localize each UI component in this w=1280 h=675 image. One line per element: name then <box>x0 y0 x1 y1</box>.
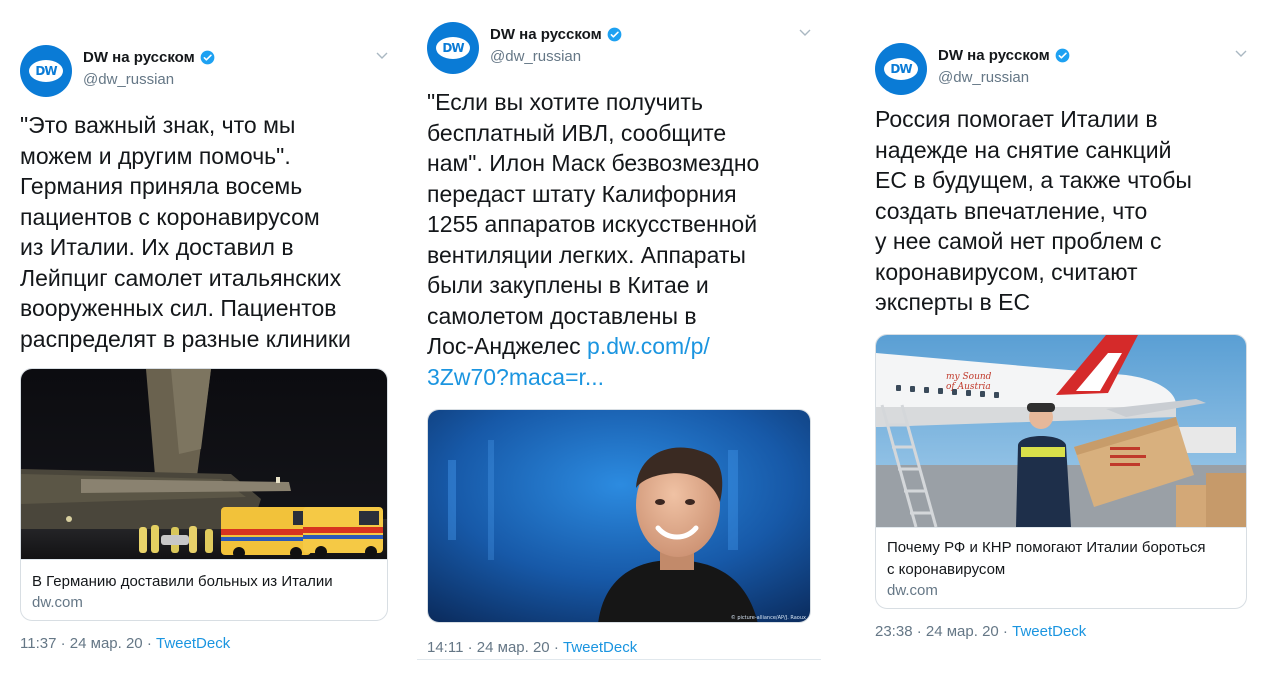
tweet-date[interactable]: 24 мар. 20 <box>926 623 999 640</box>
verified-badge-icon <box>607 27 622 42</box>
author-block: DW на русском @dw_russian <box>490 26 622 65</box>
meta-separator: · <box>56 635 70 652</box>
author-name[interactable]: DW на русском <box>83 49 195 66</box>
elon-musk-photo-image: © picture-alliance/AP/J. Raoux <box>428 410 810 622</box>
author-block: DW на русском @dw_russian <box>938 47 1070 86</box>
chevron-down-icon[interactable] <box>799 29 811 37</box>
author-handle[interactable]: @dw_russian <box>83 71 215 88</box>
tweet-time[interactable]: 14:11 <box>427 639 463 656</box>
card-title[interactable]: В Германию доставили больных из Италии <box>32 571 376 593</box>
avatar[interactable]: DW <box>427 22 479 74</box>
tweet-meta: 23:38 · 24 мар. 20 · TweetDeck <box>875 623 1247 640</box>
tweet-meta: 11:37 · 24 мар. 20 · TweetDeck <box>20 635 388 652</box>
avatar[interactable]: DW <box>20 45 72 97</box>
link-card[interactable]: my Sound of Austria Почему РФ и КНР помо… <box>875 333 1247 609</box>
author-block: DW на русском @dw_russian <box>83 49 215 88</box>
tweet-date[interactable]: 24 мар. 20 <box>477 639 550 656</box>
tweet-text: "Если вы хотите получить бесплатный ИВЛ,… <box>427 87 811 392</box>
livery-text: my Sound of Austria <box>946 372 992 392</box>
dw-logo-icon: DW <box>436 37 470 59</box>
verified-badge-icon <box>1055 48 1070 63</box>
verified-badge-icon <box>200 50 215 65</box>
chevron-down-icon[interactable] <box>1235 50 1247 58</box>
meta-separator: · <box>998 622 1013 640</box>
tweet-time[interactable]: 23:38 <box>875 623 913 640</box>
card-title[interactable]: Почему РФ и КНР помогают Италии бороться… <box>887 537 1235 581</box>
tweet-text: "Это важный знак, что мы можем и другим … <box>20 112 351 352</box>
tweet-date[interactable]: 24 мар. 20 <box>70 635 143 652</box>
card-image: my Sound of Austria <box>876 334 1246 527</box>
tweet-header: DW DW на русском @dw_russian <box>875 38 1247 98</box>
tweet-text: Россия помогает Италии в надежде на снят… <box>875 106 1192 315</box>
link-card[interactable]: В Германию доставили больных из Италии d… <box>20 368 388 621</box>
tweet-time[interactable]: 11:37 <box>20 635 56 652</box>
tweet-card: DW DW на русском @dw_russian Россия помо… <box>875 38 1247 640</box>
divider <box>417 659 821 660</box>
author-name[interactable]: DW на русском <box>490 26 602 43</box>
tweet-source-link[interactable]: TweetDeck <box>156 635 230 652</box>
card-body: Почему РФ и КНР помогают Италии бороться… <box>876 526 1246 608</box>
tweet-card: DW DW на русском @dw_russian "Это важный… <box>20 40 388 652</box>
card-domain: dw.com <box>32 594 83 611</box>
media-image[interactable]: © picture-alliance/AP/J. Raoux <box>427 409 811 623</box>
author-handle[interactable]: @dw_russian <box>938 69 1070 86</box>
dw-logo-icon: DW <box>29 60 63 82</box>
dw-logo-icon: DW <box>884 58 918 80</box>
card-image <box>21 369 387 559</box>
meta-separator: · <box>142 635 156 652</box>
tweet-header: DW DW на русском @dw_russian <box>20 40 388 100</box>
tweet-header: DW DW на русском @dw_russian <box>427 17 811 77</box>
card-image: © picture-alliance/AP/J. Raoux <box>428 410 810 622</box>
tweet-source-link[interactable]: TweetDeck <box>563 639 637 656</box>
tweet-source-link[interactable]: TweetDeck <box>1012 623 1086 640</box>
tweet-text-body: "Если вы хотите получить бесплатный ИВЛ,… <box>427 89 760 359</box>
meta-separator: · <box>912 622 926 640</box>
tweet-meta: 14:11 · 24 мар. 20 · TweetDeck <box>427 639 811 656</box>
meta-separator: · <box>549 639 563 656</box>
plane-unloading-boxes-image: my Sound of Austria <box>876 334 1246 527</box>
chevron-down-icon[interactable] <box>376 52 388 60</box>
card-domain: dw.com <box>887 581 938 599</box>
meta-separator: · <box>463 639 477 656</box>
tweet-card: DW DW на русском @dw_russian "Если вы хо… <box>427 17 811 656</box>
card-body: В Германию доставили больных из Италии d… <box>21 559 387 620</box>
image-credit: © picture-alliance/AP/J. Raoux <box>731 614 806 621</box>
military-plane-ambulances-image <box>21 369 387 559</box>
avatar[interactable]: DW <box>875 43 927 95</box>
author-handle[interactable]: @dw_russian <box>490 48 622 65</box>
author-name[interactable]: DW на русском <box>938 47 1050 64</box>
